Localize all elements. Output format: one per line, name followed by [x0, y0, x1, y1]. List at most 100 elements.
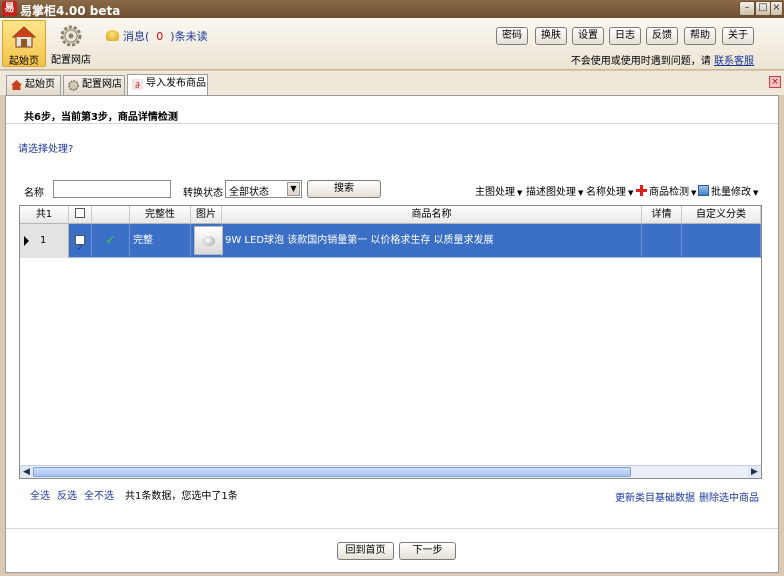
step-indicator: 共6步，当前第3步，商品详情检测	[24, 112, 178, 123]
help-note: 不会使用或使用时遇到问题，请 联系客服	[571, 52, 754, 67]
header-detail: 详情	[642, 206, 682, 224]
name-filter-input[interactable]	[53, 180, 171, 198]
gear-icon	[68, 80, 79, 91]
settings-button[interactable]: 设置	[572, 27, 604, 45]
config-shop-label: 配置网店	[51, 55, 91, 66]
import-icon: ∂	[132, 79, 143, 90]
row-product-name: 9W LED球泡 该款国内销量第一 以价格求生存 以质量求发展	[222, 224, 642, 258]
checked-checkbox-icon	[75, 232, 85, 265]
log-button[interactable]: 日志	[609, 27, 641, 45]
select-all-link[interactable]: 全选	[30, 487, 50, 502]
name-filter-label: 名称	[24, 188, 44, 199]
header-complete: 完整性	[130, 206, 191, 224]
maximize-button[interactable]: □	[755, 1, 771, 16]
red-cross-icon	[636, 185, 647, 196]
desc-image-menu-label: 描述图处理	[526, 187, 576, 198]
dropdown-arrow-icon: ▼	[753, 189, 759, 197]
scroll-right-icon[interactable]: ▶	[748, 466, 761, 478]
batch-edit-menu[interactable]: 批量修改 ▼	[698, 183, 758, 198]
name-process-menu-label: 名称处理	[586, 187, 626, 198]
next-step-button[interactable]: 下一步	[399, 542, 456, 560]
row-detail	[642, 224, 682, 258]
row-index: 1	[40, 235, 47, 246]
tab-import-publish[interactable]: ∂ 导入发布商品	[127, 74, 208, 96]
dropdown-arrow-icon: ▼	[628, 189, 634, 197]
header-name: 商品名称	[222, 206, 642, 224]
messages-link[interactable]: 消息( 0 )条未读	[106, 28, 208, 44]
invert-selection-link[interactable]: 反选	[57, 487, 77, 502]
product-check-menu[interactable]: 商品检测 ▼	[636, 183, 696, 198]
status-filter-select[interactable]: 全部状态 ▼	[225, 180, 302, 198]
main-toolbar: 起始页 配置网店 消息( 0 )条未读 密码 换肤 设置 日志 反馈 帮助 关于…	[0, 18, 784, 70]
selection-count: 共1条数据，您选中了1条	[125, 491, 238, 502]
messages-suffix: )条未读	[170, 30, 208, 43]
tab-config-shop-label: 配置网店	[82, 79, 122, 90]
row-complete: 完整	[130, 224, 191, 258]
tab-import-publish-label: 导入发布商品	[146, 78, 206, 89]
search-button[interactable]: 搜索	[307, 180, 381, 198]
select-none-link[interactable]: 全不选	[84, 487, 114, 502]
product-grid: 共1 完整性 图片 商品名称 详情 自定义分类 1 ✓ 完整 9W LED球泡 …	[19, 205, 762, 479]
window-title: 易掌柜4.00 beta	[20, 4, 121, 18]
tab-config-shop[interactable]: 配置网店	[63, 75, 125, 95]
scroll-left-icon[interactable]: ◀	[20, 466, 33, 478]
app-logo-icon: 易	[2, 1, 17, 16]
action-prompt-link[interactable]: 请选择处理?	[18, 140, 73, 155]
close-tab-icon[interactable]: ×	[769, 76, 781, 88]
delete-selected-link[interactable]: 删除选中商品	[699, 489, 759, 504]
checkbox-icon	[75, 208, 85, 218]
header-category: 自定义分类	[682, 206, 761, 224]
row-pointer-icon	[24, 236, 29, 246]
dropdown-arrow-icon: ▼	[691, 189, 697, 197]
help-note-text: 不会使用或使用时遇到问题，请	[570, 56, 711, 67]
status-selected-value: 全部状态	[229, 187, 269, 198]
gear-icon	[60, 25, 82, 47]
product-check-menu-label: 商品检测	[649, 187, 689, 198]
header-count: 共1	[20, 206, 69, 224]
tab-home-label: 起始页	[25, 79, 55, 90]
batch-edit-menu-label: 批量修改	[711, 187, 751, 198]
home-button-label: 起始页	[9, 56, 39, 67]
row-image-cell[interactable]	[191, 224, 223, 258]
house-icon	[11, 26, 37, 48]
product-thumbnail	[194, 226, 223, 255]
contact-support-link[interactable]: 联系客服	[714, 56, 754, 67]
name-process-menu[interactable]: 名称处理 ▼	[586, 183, 633, 198]
scrollbar-thumb[interactable]	[33, 467, 631, 477]
header-status	[92, 206, 130, 224]
title-bar: 易 易掌柜4.00 beta – □ ×	[0, 0, 784, 18]
home-icon	[11, 80, 22, 90]
update-category-data-link[interactable]: 更新类目基础数据	[615, 489, 695, 504]
messages-prefix: 消息(	[123, 30, 150, 43]
table-row[interactable]: 1 ✓ 完整 9W LED球泡 该款国内销量第一 以价格求生存 以质量求发展	[20, 224, 761, 265]
selection-bar: 全选 反选 全不选 共1条数据，您选中了1条 更新类目基础数据 删除选中商品	[6, 487, 778, 504]
tab-home[interactable]: 起始页	[6, 75, 61, 95]
desc-image-menu[interactable]: 描述图处理 ▼	[526, 183, 583, 198]
feedback-button[interactable]: 反馈	[646, 27, 678, 45]
password-button[interactable]: 密码	[496, 27, 528, 45]
back-home-button[interactable]: 回到首页	[337, 542, 394, 560]
skin-button[interactable]: 换肤	[535, 27, 567, 45]
batch-edit-icon	[698, 185, 709, 196]
about-button[interactable]: 关于	[722, 27, 754, 45]
config-shop-button[interactable]: 配置网店	[48, 20, 94, 67]
minimize-button[interactable]: –	[739, 1, 755, 16]
header-select-all-checkbox[interactable]	[69, 206, 92, 224]
help-button[interactable]: 帮助	[684, 27, 716, 45]
close-button[interactable]: ×	[770, 1, 783, 16]
tab-strip: 起始页 配置网店 ∂ 导入发布商品 ×	[0, 71, 784, 96]
filter-bar: 名称 转换状态 全部状态 ▼ 搜索 主图处理 ▼ 描述图处理 ▼ 名称处理 ▼ 商品检…	[6, 178, 778, 200]
main-image-menu[interactable]: 主图处理 ▼	[475, 183, 522, 198]
message-bell-icon	[106, 30, 119, 41]
chevron-down-icon[interactable]: ▼	[287, 182, 300, 196]
dropdown-arrow-icon: ▼	[517, 189, 523, 197]
row-status-check-icon: ✓	[92, 224, 130, 258]
row-checkbox[interactable]	[69, 224, 92, 265]
grid-header: 共1 完整性 图片 商品名称 详情 自定义分类	[20, 206, 761, 224]
home-button[interactable]: 起始页	[2, 20, 46, 67]
horizontal-scrollbar[interactable]: ◀ ▶	[20, 465, 761, 478]
status-filter-label: 转换状态	[183, 188, 223, 199]
svg-text:∂: ∂	[135, 81, 140, 90]
wizard-navigation: 回到首页 下一步	[6, 528, 778, 572]
step-header: 共6步，当前第3步，商品详情检测	[6, 96, 778, 124]
